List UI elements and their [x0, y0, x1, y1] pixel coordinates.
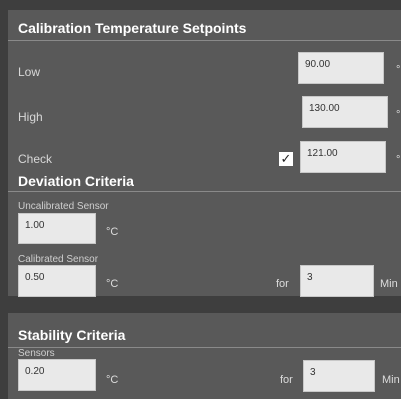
low-unit: °: [396, 64, 401, 76]
calibrated-sensor-label: Calibrated Sensor: [18, 254, 99, 265]
calibrated-for-label: for: [276, 278, 289, 290]
sensors-stability-input[interactable]: 0.20: [18, 359, 96, 391]
sensors-label: Sensors: [18, 348, 55, 359]
deviation-divider: [8, 191, 401, 192]
calibrated-sensor-unit: °C: [106, 278, 119, 290]
uncalibrated-sensor-unit: °C: [106, 226, 119, 238]
check-setpoint-input[interactable]: 121.00: [300, 141, 386, 173]
calibration-title: Calibration Temperature Setpoints: [18, 20, 247, 36]
calibrated-duration-unit: Min: [380, 278, 398, 290]
high-setpoint-input[interactable]: 130.00: [302, 96, 388, 128]
check-label: Check: [18, 152, 53, 166]
low-setpoint-input[interactable]: 90.00: [298, 52, 384, 84]
calibration-divider: [8, 40, 401, 41]
stability-panel: Stability Criteria Sensors 0.20 °C for 3…: [8, 313, 401, 399]
uncalibrated-sensor-input[interactable]: 1.00: [18, 213, 96, 244]
check-unit: °: [396, 154, 401, 166]
check-enabled-checkbox[interactable]: ✓: [279, 152, 293, 166]
sensors-duration-unit: Min: [382, 374, 400, 386]
uncalibrated-sensor-label: Uncalibrated Sensor: [18, 201, 109, 212]
sensors-unit: °C: [106, 374, 119, 386]
sensors-duration-input[interactable]: 3: [303, 360, 375, 392]
stability-title: Stability Criteria: [18, 327, 126, 343]
sensors-for-label: for: [280, 374, 293, 386]
high-unit: °: [396, 109, 401, 121]
high-label: High: [18, 110, 43, 124]
low-label: Low: [18, 65, 41, 79]
deviation-title: Deviation Criteria: [18, 173, 134, 189]
calibration-panel: Calibration Temperature Setpoints Low 90…: [8, 10, 401, 297]
stability-divider: [8, 347, 401, 348]
calibrated-sensor-input[interactable]: 0.50: [18, 265, 96, 297]
calibrated-duration-input[interactable]: 3: [300, 265, 374, 297]
